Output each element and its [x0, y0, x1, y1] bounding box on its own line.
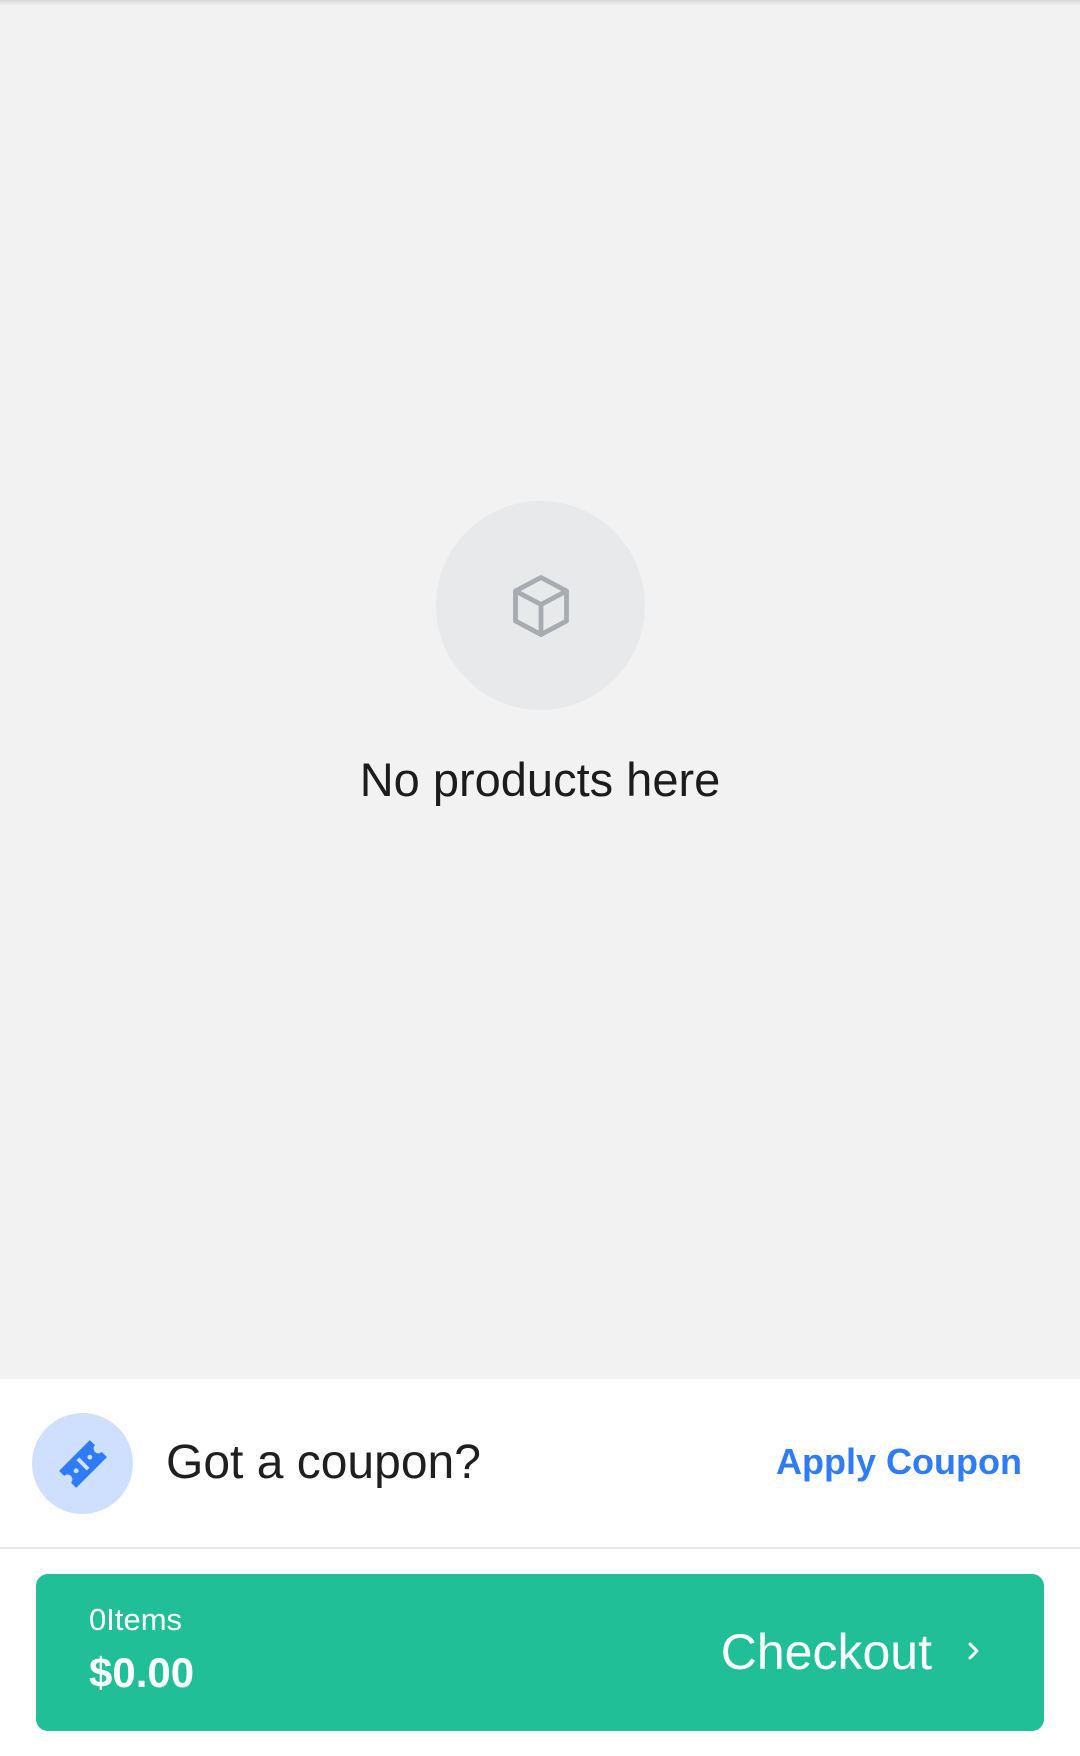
coupon-prompt: Got a coupon?: [166, 1436, 481, 1489]
checkout-area: 0Items $0.00 Checkout: [0, 1549, 1080, 1756]
coupon-bar: Got a coupon? Apply Coupon: [0, 1379, 1080, 1549]
cart-total: $0.00: [89, 1649, 195, 1696]
empty-state: No products here: [0, 0, 1080, 1379]
checkout-label: Checkout: [720, 1624, 932, 1680]
coupon-icon-circle: [32, 1413, 133, 1514]
empty-state-icon-circle: [436, 501, 645, 710]
chevron-right-icon: [968, 1642, 979, 1660]
apply-coupon-link[interactable]: Apply Coupon: [776, 1436, 1022, 1488]
ticket-icon: [58, 1439, 107, 1488]
cart-item-count: 0Items: [89, 1602, 183, 1637]
box-icon: [512, 574, 569, 637]
empty-state-message: No products here: [359, 753, 721, 806]
checkout-button[interactable]: 0Items $0.00 Checkout: [36, 1574, 1044, 1731]
